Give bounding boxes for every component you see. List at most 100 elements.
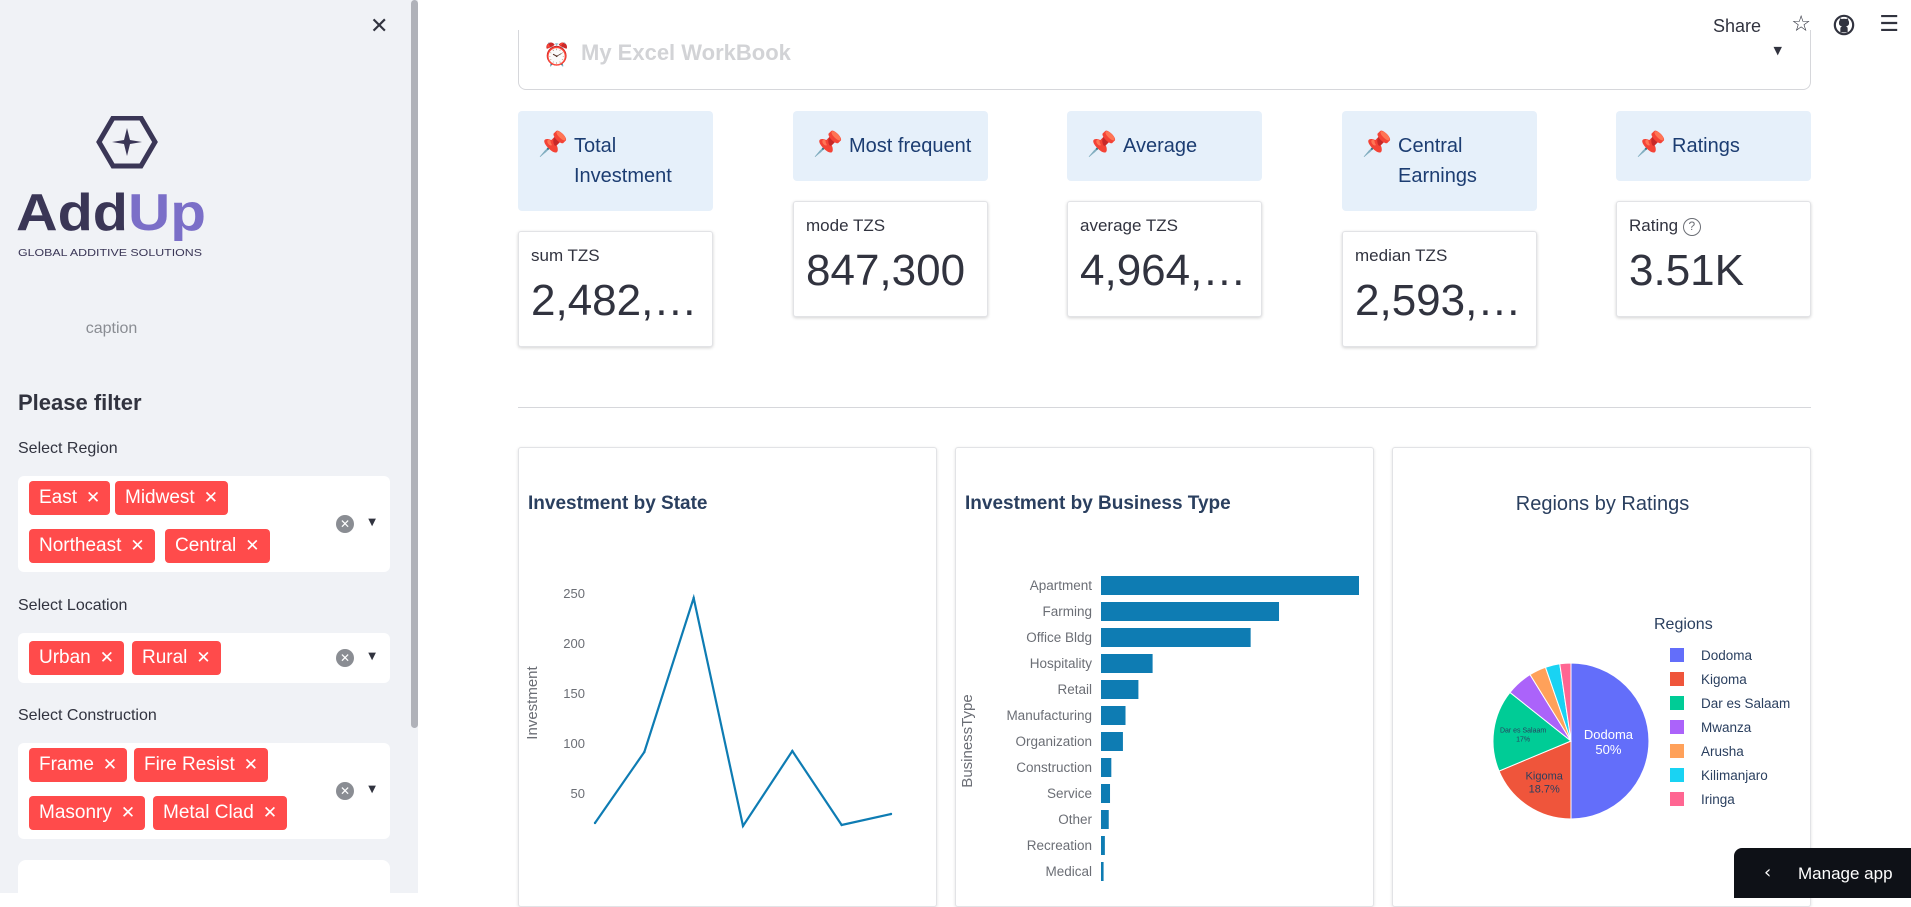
chip-metal-clad[interactable]: Metal Clad ✕ [153, 796, 288, 830]
chip-frame[interactable]: Frame ✕ [29, 748, 128, 782]
workbook-select[interactable]: ⏰ My Excel WorkBook ▼ [518, 30, 1811, 90]
question-circle-icon[interactable]: ? [1682, 218, 1701, 236]
bar-category-label: Service [1047, 786, 1092, 801]
bar-category-label: Office Bldg [1026, 630, 1092, 645]
legend-title: Regions [1654, 616, 1713, 633]
chip-remove-icon[interactable]: ✕ [86, 488, 100, 508]
chevron-down-icon[interactable]: ▼ [368, 784, 376, 795]
metric-average: average TZS 4,964,… [1067, 201, 1262, 317]
bar-category-label: Manufacturing [1006, 708, 1092, 723]
legend-label: Kilimanjaro [1701, 768, 1768, 783]
legend-label: Arusha [1701, 744, 1744, 759]
bar-chart[interactable]: Apartment Farming Office Bldg Hospitality Re… [956, 448, 1374, 907]
chevron-down-icon[interactable]: ▼ [368, 517, 376, 528]
bar [1101, 628, 1251, 647]
line-point [593, 821, 597, 825]
chip-remove-icon[interactable]: ✕ [196, 648, 210, 668]
chevron-down-icon[interactable]: ▼ [1774, 44, 1782, 57]
chip-remove-icon[interactable]: ✕ [204, 488, 218, 508]
chart-card-investment-by-state: Investment by State 50 100 150 200 250 Invest… [518, 447, 937, 907]
bar [1101, 784, 1111, 803]
filter-heading: Please filter [18, 390, 142, 415]
construction-label: Select Construction [18, 707, 157, 724]
metric-value: 2,593,… [1355, 276, 1522, 325]
y-tick-label: 150 [563, 686, 585, 701]
legend-label: Kigoma [1701, 672, 1747, 687]
chip-label: Masonry [39, 802, 112, 823]
bar [1101, 732, 1123, 751]
chip-fire-resist[interactable]: Fire Resist ✕ [134, 748, 269, 782]
chip-midwest[interactable]: Midwest ✕ [115, 481, 228, 515]
hamburger-menu-icon[interactable]: ☰ [1879, 12, 1899, 37]
metric-sum: sum TZS 2,482,… [518, 231, 713, 347]
metric-value: 2,482,… [531, 276, 698, 325]
legend-swatch [1670, 768, 1684, 782]
legend-swatch [1670, 648, 1684, 662]
clear-icon[interactable]: ✕ [336, 649, 354, 667]
legend-label: Iringa [1701, 792, 1735, 807]
kpi-heading-text: Total Investment [574, 135, 672, 187]
chip-rural[interactable]: Rural ✕ [132, 641, 221, 675]
chip-remove-icon[interactable]: ✕ [121, 803, 135, 823]
line-chart[interactable]: 50 100 150 200 250 Investment [519, 448, 937, 907]
chip-central[interactable]: Central ✕ [165, 529, 270, 563]
chart-title: Investment by State [528, 493, 708, 514]
chip-label: Central [175, 535, 237, 556]
svg-text:Up: Up [128, 184, 206, 242]
legend-label: Dar es Salaam [1701, 696, 1790, 711]
close-icon[interactable]: ✕ [370, 14, 388, 39]
pushpin-icon: 📌 [813, 130, 843, 158]
region-label: Select Region [18, 440, 118, 457]
chip-remove-icon[interactable]: ✕ [263, 803, 277, 823]
kpi-heading-text: Average [1123, 135, 1198, 157]
legend-swatch [1670, 672, 1684, 686]
chip-remove-icon[interactable]: ✕ [244, 755, 258, 775]
legend-swatch [1670, 720, 1684, 734]
pie-slice-percent: 50% [1595, 742, 1621, 757]
chip-remove-icon[interactable]: ✕ [103, 755, 117, 775]
region-multiselect[interactable]: East ✕ Midwest ✕ Northeast ✕ Central ✕ ✕ ▼ [18, 476, 390, 572]
chip-urban[interactable]: Urban ✕ [29, 641, 124, 675]
sidebar-menu-box[interactable] [18, 860, 390, 893]
metric-label: average TZS [1080, 216, 1178, 235]
kpi-heading-ratings: 📌 Ratings [1616, 111, 1811, 181]
chip-remove-icon[interactable]: ✕ [100, 648, 114, 668]
chip-northeast[interactable]: Northeast ✕ [29, 529, 155, 563]
location-multiselect[interactable]: Urban ✕ Rural ✕ ✕ ▼ [18, 633, 390, 683]
chip-label: Midwest [125, 487, 195, 508]
bar-category-label: Apartment [1030, 578, 1093, 593]
construction-multiselect[interactable]: Frame ✕ Fire Resist ✕ Masonry ✕ Metal Clad ✕… [18, 743, 390, 839]
y-tick-label: 200 [563, 636, 585, 651]
chevron-down-icon[interactable]: ▼ [368, 651, 376, 662]
kpi-heading-text: Central Earnings [1398, 135, 1477, 187]
line-series [594, 593, 892, 829]
pie-slice-percent: 17% [1516, 736, 1530, 743]
kpi-heading-most-frequent: 📌 Most frequent [793, 111, 988, 181]
bar-category-label: Other [1058, 812, 1092, 827]
chip-label: Urban [39, 647, 91, 668]
github-icon[interactable] [1833, 14, 1855, 36]
sidebar-scrollbar[interactable] [411, 0, 418, 728]
svg-text:Add: Add [16, 184, 128, 242]
legend-swatch [1670, 744, 1684, 758]
bar [1101, 654, 1153, 673]
metric-rating: Rating ? 3.51K [1616, 201, 1811, 317]
chart-title: Investment by Business Type [965, 493, 1231, 514]
bar-category-label: Construction [1016, 760, 1092, 775]
pushpin-icon: 📌 [1636, 130, 1666, 158]
line-point [889, 812, 893, 816]
chip-masonry[interactable]: Masonry ✕ [29, 796, 146, 830]
clear-icon[interactable]: ✕ [336, 515, 354, 533]
clear-icon[interactable]: ✕ [336, 782, 354, 800]
pie-chart[interactable]: Dodoma50%Kigoma18.7%Dar es Salaam17%Regi… [1393, 448, 1811, 907]
metric-value: 4,964,… [1080, 246, 1247, 295]
chip-remove-icon[interactable]: ✕ [245, 536, 259, 556]
y-tick-label: 250 [563, 586, 585, 601]
chip-label: Fire Resist [144, 754, 235, 775]
bar-category-label: Retail [1057, 682, 1092, 697]
alarm-clock-icon: ⏰ [543, 42, 571, 67]
chip-east[interactable]: East ✕ [29, 481, 111, 515]
chip-remove-icon[interactable]: ✕ [130, 536, 144, 556]
metric-mode: mode TZS 847,300 [793, 201, 988, 317]
manage-app-button[interactable]: ‹ Manage app [1734, 848, 1911, 898]
